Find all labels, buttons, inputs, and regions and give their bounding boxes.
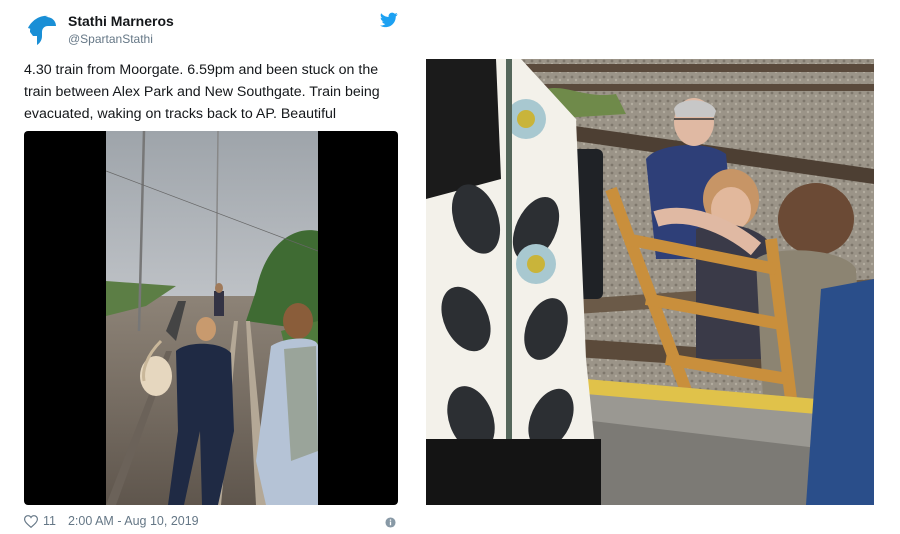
like-count: 11 bbox=[43, 514, 56, 528]
timestamp[interactable]: 2:00 AM - Aug 10, 2019 bbox=[68, 514, 199, 528]
twitter-bird-icon[interactable] bbox=[380, 12, 398, 28]
author-name[interactable]: Stathi Marneros bbox=[68, 13, 174, 29]
spartan-helmet-icon[interactable] bbox=[24, 14, 58, 48]
tweet-card: Stathi Marneros @SpartanStathi 4.30 trai… bbox=[0, 0, 410, 534]
tweet-video[interactable] bbox=[24, 131, 398, 505]
info-icon[interactable] bbox=[385, 517, 396, 528]
heart-icon[interactable] bbox=[24, 514, 38, 528]
photo-illustration bbox=[426, 59, 874, 505]
tweet-footer: 11 2:00 AM - Aug 10, 2019 bbox=[24, 514, 199, 528]
video-frame bbox=[106, 131, 318, 505]
author-handle[interactable]: @SpartanStathi bbox=[68, 32, 153, 46]
tweet-text: 4.30 train from Moorgate. 6.59pm and bee… bbox=[24, 62, 380, 122]
evacuation-photo bbox=[426, 59, 874, 505]
